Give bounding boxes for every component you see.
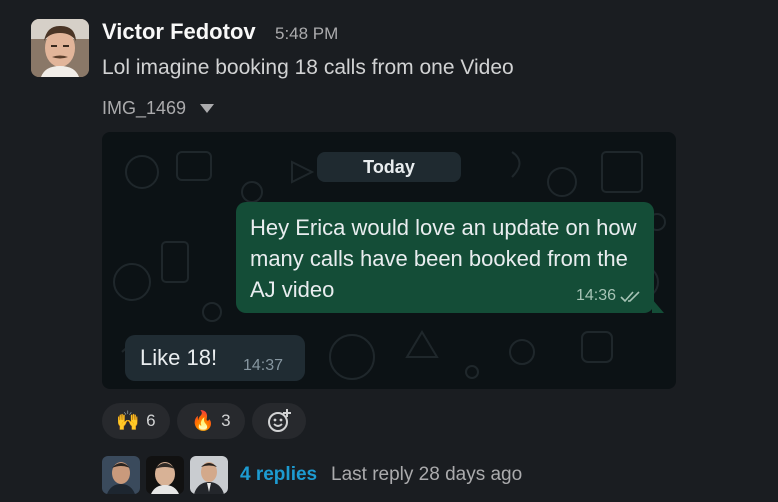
reaction-fire[interactable]: 🔥 3 [177, 403, 245, 439]
add-reaction-button[interactable] [252, 403, 306, 439]
outgoing-bubble: Hey Erica would love an update on how ma… [236, 202, 664, 313]
message-timestamp[interactable]: 5:48 PM [275, 22, 338, 46]
thread-replies-link[interactable]: 4 replies [240, 462, 317, 488]
incoming-bubble: Like 18! 14:37 [125, 335, 305, 381]
file-toggle[interactable]: IMG_1469 [102, 95, 215, 121]
reaction-raised-hands[interactable]: 🙌 6 [102, 403, 170, 439]
sender-name[interactable]: Victor Fedotov [102, 18, 256, 46]
avatar [102, 456, 140, 494]
incoming-time: 14:37 [243, 357, 284, 374]
message: Victor Fedotov 5:48 PM Lol imagine booki… [0, 0, 778, 502]
file-name: IMG_1469 [102, 98, 187, 118]
last-reply-text: Last reply 28 days ago [331, 464, 523, 485]
bubble-tail [652, 299, 664, 313]
add-reaction-icon [268, 409, 291, 432]
reaction-count: 3 [221, 411, 231, 430]
avatar [146, 456, 184, 494]
reaction-count: 6 [146, 411, 156, 430]
double-check-icon [620, 291, 640, 303]
date-chip: Today [317, 152, 461, 182]
incoming-text: Like 18! [140, 345, 218, 370]
fire-emoji: 🔥 [191, 411, 216, 432]
avatar[interactable] [31, 19, 89, 77]
chevron-down-icon [200, 103, 215, 113]
outgoing-time: 14:36 [575, 287, 616, 304]
message-text: Lol imagine booking 18 calls from one Vi… [102, 56, 514, 79]
avatar [190, 456, 228, 494]
image-attachment[interactable]: Today Hey Erica would love an update on … [102, 132, 676, 389]
raised-hands-emoji: 🙌 [116, 411, 141, 432]
